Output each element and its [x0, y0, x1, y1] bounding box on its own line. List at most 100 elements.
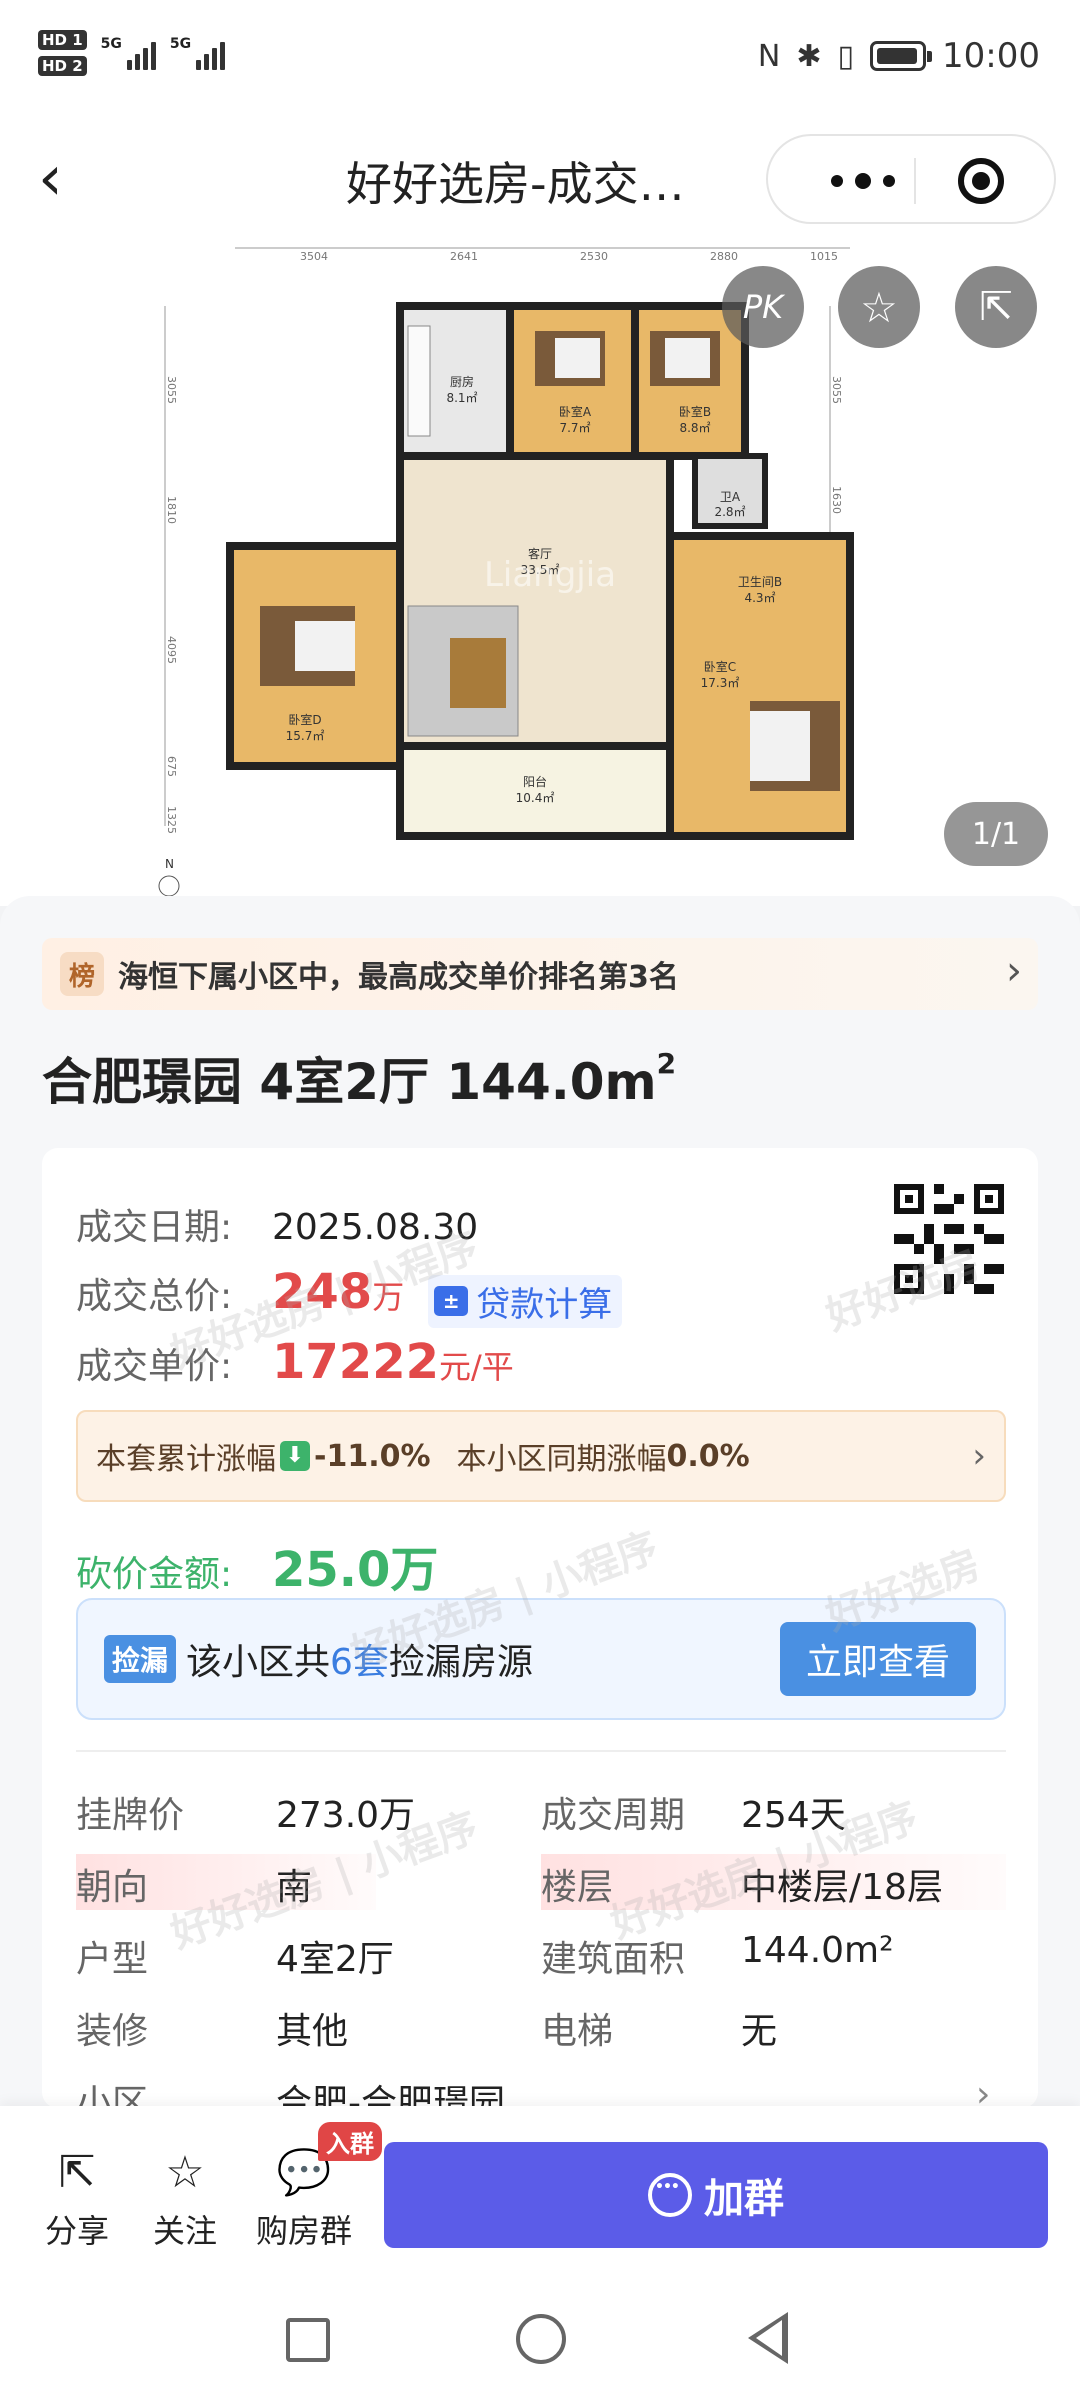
home-circle-icon[interactable]: [516, 2314, 566, 2364]
buyer-group-label: 购房群: [255, 2212, 352, 2250]
rise-label: 本套累计涨幅: [96, 1442, 276, 1477]
bluetooth-icon: ✱: [796, 38, 822, 74]
detail-row: 挂牌价 273.0万 成交周期 254天: [76, 1776, 1006, 1840]
dim-top-1: 3504: [300, 250, 328, 263]
detail-content: 榜 海恒下属小区中，最高成交单价排名第3名 › 合肥璟园 4室2厅 144.0m…: [0, 896, 1080, 2124]
rank-text: 海恒下属小区中，最高成交单价排名第3名: [118, 960, 679, 995]
orientation-label: 朝向: [76, 1867, 149, 1908]
view-now-button[interactable]: 立即查看: [780, 1622, 976, 1696]
community-rise-label: 本小区同期涨幅: [456, 1442, 667, 1477]
bath-b-area: 4.3㎡: [744, 591, 775, 605]
deal-total-row: 成交总价: 248 万 ± 贷款计算: [76, 1264, 623, 1328]
share-icon: ⇱: [58, 2147, 96, 2198]
deal-unit-value: 17222: [272, 1334, 439, 1390]
system-nav-bar: [0, 2284, 1080, 2400]
bargain-text: 该小区共6套捡漏房源: [186, 1633, 533, 1685]
more-menu-button[interactable]: [808, 136, 918, 226]
divider: [76, 1750, 1006, 1752]
dim-top-2: 2641: [450, 250, 478, 263]
hd2-badge: HD 2: [38, 56, 87, 76]
chevron-right-icon: ›: [1006, 948, 1022, 994]
bath-b-name: 卫生间B: [738, 575, 782, 589]
plan-watermark: Liangjia: [484, 555, 616, 595]
bottom-action-bar: ⇱ 分享 ☆ 关注 💬 购房群 入群 加群: [0, 2106, 1080, 2284]
qr-code-icon[interactable]: [894, 1184, 1004, 1294]
hd1-badge: HD 1: [38, 30, 87, 50]
deal-info-card: 成交日期: 2025.08.30 成交总价: 248 万 ± 贷款计算 成交单价…: [42, 1148, 1038, 2124]
bargain-prefix: 该小区共: [186, 1642, 331, 1683]
dim-right-2: 1630: [830, 486, 843, 514]
hd-indicators: HD 1 HD 2: [38, 30, 87, 76]
join-group-button[interactable]: 加群: [384, 2142, 1048, 2248]
room-c-area: 17.3㎡: [701, 676, 740, 690]
deal-unit-label: 成交单价:: [76, 1346, 233, 1387]
favorite-star-icon[interactable]: ☆: [838, 266, 920, 348]
network-2-label: 5G: [169, 36, 192, 52]
recent-apps-square-icon[interactable]: [286, 2318, 330, 2362]
house-title-sup: 2: [656, 1047, 677, 1080]
star-icon: ☆: [165, 2147, 205, 2198]
nav-bar: ‹ 好好选房-成交…: [0, 118, 1080, 246]
elevator-value: 无: [741, 2011, 778, 2052]
clock: 10:00: [942, 36, 1040, 76]
cut-price-value: 25.0万: [272, 1542, 439, 1598]
floor-value: 中楼层/18层: [741, 1867, 943, 1908]
mini-program-capsule: [766, 134, 1056, 224]
page-title: 好好选房-成交…: [346, 157, 685, 211]
dim-left-3: 4095: [165, 636, 178, 664]
rank-badge: 榜: [60, 952, 104, 996]
cut-price-label: 砍价金额:: [76, 1554, 233, 1595]
follow-button[interactable]: ☆ 关注: [130, 2146, 240, 2252]
status-bar: HD 1 HD 2 5G 5G N ✱ ▯ 10:00: [0, 0, 1080, 118]
detail-row: 户型 4室2厅 建筑面积 144.0m²: [76, 1920, 1006, 1984]
rank-banner[interactable]: 榜 海恒下属小区中，最高成交单价排名第3名 ›: [42, 938, 1038, 1010]
room-c-name: 卧室C: [704, 659, 736, 674]
bargain-listings-banner: 捡漏 该小区共6套捡漏房源 立即查看: [76, 1598, 1006, 1720]
detail-row: 朝向 南 楼层 中楼层/18层: [76, 1848, 1006, 1912]
community-rise-value: 0.0%: [666, 1438, 750, 1474]
decoration-value: 其他: [276, 2011, 349, 2052]
cut-price-row: 砍价金额: 25.0万: [76, 1530, 438, 1600]
layout-value: 4室2厅: [276, 1939, 394, 1980]
room-a-name: 卧室A: [559, 404, 592, 419]
price-change-box[interactable]: 本套累计涨幅 ⬇ -11.0% 本小区同期涨幅 0.0% ›: [76, 1410, 1006, 1502]
dim-left-1: 3055: [165, 376, 178, 404]
loan-calculator-button[interactable]: ± 贷款计算: [428, 1274, 623, 1328]
house-title: 合肥璟园 4室2厅 144.0m2: [42, 1042, 676, 1114]
share-icon[interactable]: ⇱: [955, 266, 1037, 348]
back-triangle-icon[interactable]: [748, 2312, 788, 2364]
status-right: N ✱ ▯ 10:00: [758, 36, 1040, 76]
bargain-count: 6套: [330, 1642, 389, 1683]
floor-plan-viewer[interactable]: 3504 2641 2530 2880 1015 3055 1810 4095 …: [0, 246, 1080, 906]
room-kitchen-name: 厨房: [450, 374, 474, 389]
deal-total-value: 248: [272, 1264, 373, 1320]
dim-top-4: 2880: [710, 250, 738, 263]
listing-price-label: 挂牌价: [76, 1795, 185, 1836]
image-pager: 1/1: [944, 802, 1048, 866]
signal-1-icon: 5G: [101, 36, 156, 70]
deal-date-label: 成交日期:: [76, 1207, 233, 1248]
chevron-right-icon: ›: [972, 1436, 986, 1476]
share-label: 分享: [44, 2212, 109, 2250]
pk-compare-button[interactable]: PK: [722, 266, 804, 348]
room-kitchen-area: 8.1㎡: [446, 391, 477, 405]
back-button[interactable]: ‹: [38, 138, 98, 218]
listing-price-value: 273.0万: [276, 1795, 416, 1836]
share-button[interactable]: ⇱ 分享: [22, 2146, 132, 2252]
dim-right-1: 3055: [830, 376, 843, 404]
buyer-group-button[interactable]: 💬 购房群: [248, 2146, 360, 2252]
floor-label: 楼层: [541, 1867, 614, 1908]
bath-a-area: 2.8㎡: [714, 505, 745, 519]
room-b-area: 8.8㎡: [679, 421, 710, 435]
follow-label: 关注: [152, 2212, 217, 2250]
dim-left-2: 1810: [165, 496, 178, 524]
deal-cycle-value: 254天: [741, 1795, 846, 1836]
close-mini-program-button[interactable]: [958, 158, 1004, 204]
decoration-label: 装修: [76, 2011, 149, 2052]
bargain-suffix: 捡漏房源: [388, 1642, 533, 1683]
down-arrow-icon: ⬇: [280, 1441, 310, 1471]
deal-cycle-label: 成交周期: [541, 1795, 686, 1836]
room-d-area: 15.7㎡: [286, 729, 325, 743]
deal-date-row: 成交日期: 2025.08.30: [76, 1198, 478, 1250]
orientation-value: 南: [276, 1867, 313, 1908]
